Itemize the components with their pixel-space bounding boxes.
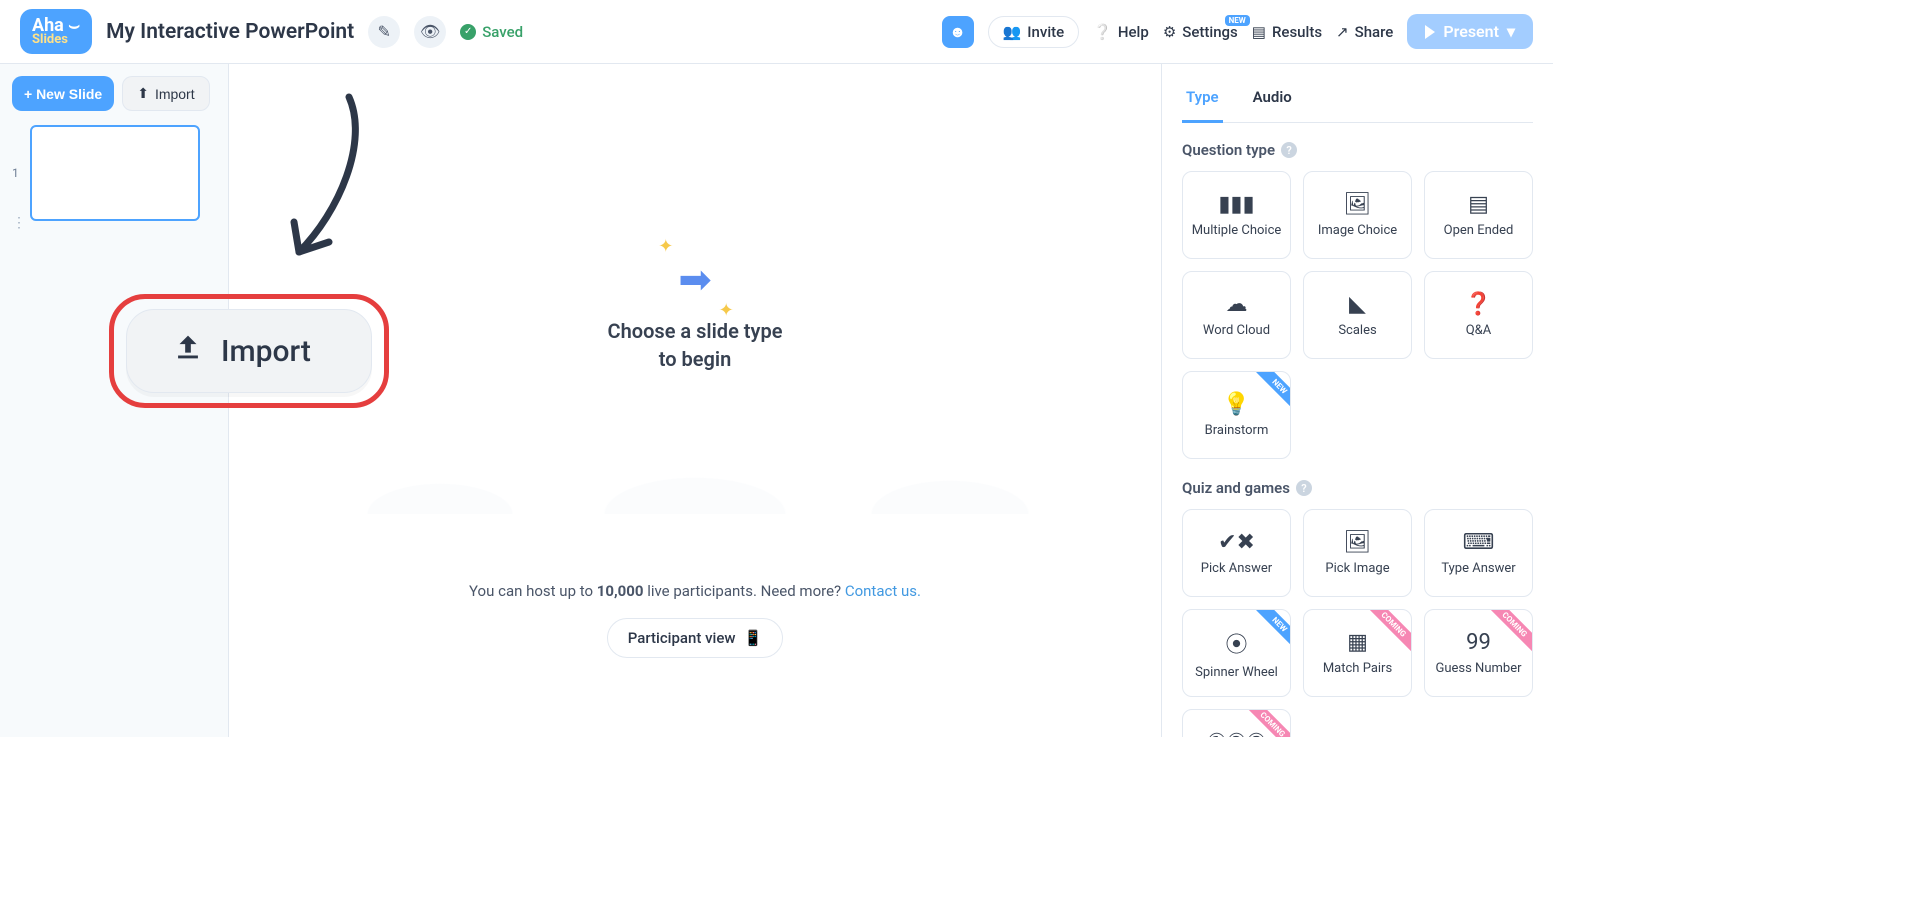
slide-thumb-row: 1 xyxy=(12,125,216,221)
card-icon: 99 xyxy=(1466,630,1491,655)
question-type-q-a[interactable]: ❓ Q&A xyxy=(1424,271,1533,359)
help-button[interactable]: ❔ Help xyxy=(1093,23,1149,41)
invite-button[interactable]: 👥 Invite xyxy=(988,16,1080,48)
question-type-brainstorm[interactable]: 💡 Brainstorm NEW xyxy=(1182,371,1291,459)
card-label: Match Pairs xyxy=(1323,661,1392,676)
question-type-word-cloud[interactable]: ☁ Word Cloud xyxy=(1182,271,1291,359)
quiz-type-correct-order[interactable]: ①②③Correct OrderCOMING xyxy=(1182,709,1291,737)
participants-info: You can host up to 10,000 live participa… xyxy=(469,582,921,600)
card-label: Word Cloud xyxy=(1203,323,1270,338)
canvas-prompt: Choose a slide type to begin xyxy=(608,317,783,373)
sparkle-icon: ✦ xyxy=(719,300,734,321)
card-icon: ▮▮▮ xyxy=(1218,192,1254,217)
question-type-scales[interactable]: ◣ Scales xyxy=(1303,271,1412,359)
annotation-import-button: Import xyxy=(126,309,372,393)
card-label: Open Ended xyxy=(1444,223,1514,238)
card-label: Q&A xyxy=(1466,323,1492,338)
present-button[interactable]: Present ▾ xyxy=(1407,14,1533,49)
topbar: Aha ⌣Slides My Interactive PowerPoint ✎ … xyxy=(0,0,1553,64)
card-icon: ⌨ xyxy=(1463,530,1495,555)
import-button[interactable]: ⬆ Import xyxy=(122,76,209,111)
tab-type[interactable]: Type xyxy=(1182,80,1223,123)
card-icon: 🖼 xyxy=(1344,192,1372,217)
quiz-type-guess-number[interactable]: 99 Guess Number COMING xyxy=(1424,609,1533,697)
cloud-decoration xyxy=(270,434,1120,514)
slide-canvas: ✦ ➡ ✦ Choose a slide type to begin xyxy=(270,74,1120,554)
sparkle-icon: ✦ xyxy=(658,236,673,257)
new-slide-button[interactable]: + New Slide xyxy=(12,76,114,111)
card-icon: ✔✖ xyxy=(1218,530,1255,555)
saved-status: ✓Saved xyxy=(460,23,523,41)
upload-icon xyxy=(171,330,205,372)
section-quiz-games: Quiz and games? xyxy=(1182,479,1533,497)
card-label: Guess Number xyxy=(1436,661,1522,676)
question-type-image-choice[interactable]: 🖼 Image Choice xyxy=(1303,171,1412,259)
contact-us-link[interactable]: Contact us. xyxy=(845,582,921,600)
help-icon[interactable]: ? xyxy=(1281,142,1297,158)
slide-number: 1 xyxy=(12,166,22,180)
results-button[interactable]: ▤ Results xyxy=(1252,23,1322,41)
participant-view-button[interactable]: Participant view 📱 xyxy=(607,618,783,658)
card-label: Spinner Wheel xyxy=(1195,665,1278,680)
quiz-type-pick-answer[interactable]: ✔✖ Pick Answer xyxy=(1182,509,1291,597)
canvas-area: ✦ ➡ ✦ Choose a slide type to begin You c… xyxy=(229,64,1161,737)
tab-audio[interactable]: Audio xyxy=(1249,80,1296,122)
card-label: Scales xyxy=(1338,323,1376,338)
presentation-title[interactable]: My Interactive PowerPoint xyxy=(106,20,354,44)
card-icon: ⦿ xyxy=(1225,627,1247,659)
help-icon[interactable]: ? xyxy=(1296,480,1312,496)
question-type-multiple-choice[interactable]: ▮▮▮ Multiple Choice xyxy=(1182,171,1291,259)
reaction-icon[interactable]: ☻ xyxy=(942,16,974,48)
ribbon-coming: COMING xyxy=(1365,609,1412,653)
card-icon: 🖼 xyxy=(1344,530,1372,555)
quiz-type-type-answer[interactable]: ⌨ Type Answer xyxy=(1424,509,1533,597)
card-icon: ◣ xyxy=(1349,292,1366,317)
card-label: Multiple Choice xyxy=(1192,223,1282,238)
card-icon: ❓ xyxy=(1465,292,1492,317)
card-icon: ①②③ xyxy=(1207,730,1266,737)
card-icon: ▤ xyxy=(1468,192,1489,217)
logo[interactable]: Aha ⌣Slides xyxy=(20,9,92,54)
ribbon-coming: COMING xyxy=(1486,609,1533,653)
share-button[interactable]: ↗ Share xyxy=(1336,23,1393,41)
settings-button[interactable]: ⚙ SettingsNEW xyxy=(1163,23,1238,41)
card-icon: 💡 xyxy=(1223,392,1250,417)
card-label: Pick Image xyxy=(1325,561,1389,576)
slide-thumbnail[interactable] xyxy=(30,125,200,221)
card-icon: ▦ xyxy=(1347,630,1368,655)
ribbon-new: NEW xyxy=(1256,609,1291,648)
edit-title-icon[interactable]: ✎ xyxy=(368,16,400,48)
arrow-right-icon: ➡ xyxy=(678,256,712,303)
section-question-type: Question type? xyxy=(1182,141,1533,159)
quiz-type-spinner-wheel[interactable]: ⦿ Spinner Wheel NEW xyxy=(1182,609,1291,697)
quiz-type-match-pairs[interactable]: ▦ Match Pairs COMING xyxy=(1303,609,1412,697)
card-label: Brainstorm xyxy=(1205,423,1269,438)
question-type-open-ended[interactable]: ▤ Open Ended xyxy=(1424,171,1533,259)
type-panel: Type Audio Question type? ▮▮▮ Multiple Ch… xyxy=(1161,64,1553,737)
card-icon: ☁ xyxy=(1226,292,1248,317)
ribbon-new: NEW xyxy=(1256,371,1291,410)
quiz-type-pick-image[interactable]: 🖼 Pick Image xyxy=(1303,509,1412,597)
card-label: Pick Answer xyxy=(1201,561,1272,576)
annotation-import-callout: Import xyxy=(109,294,389,408)
slide-thumb-menu-icon[interactable]: ⋮ xyxy=(12,221,216,227)
visibility-icon[interactable]: 👁 xyxy=(414,16,446,48)
card-label: Image Choice xyxy=(1318,223,1397,238)
card-label: Type Answer xyxy=(1441,561,1515,576)
